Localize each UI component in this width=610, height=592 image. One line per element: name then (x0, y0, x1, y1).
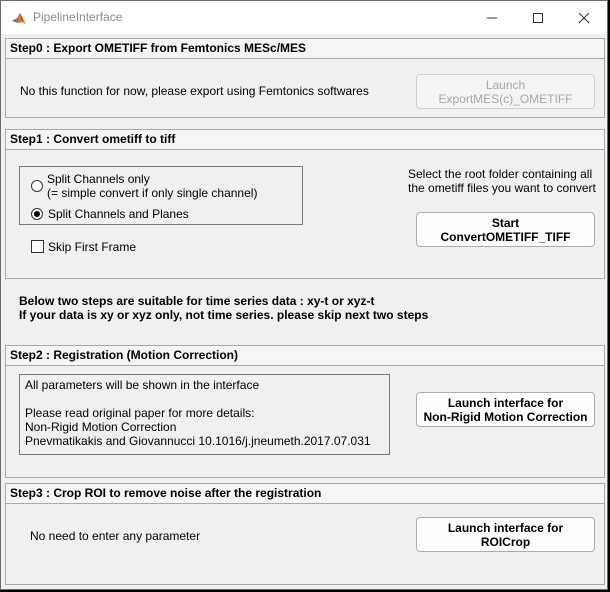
root-folder-instruction-2: the ometiff files you want to convert (408, 181, 596, 195)
step2-panel: Step2 : Registration (Motion Correction)… (5, 345, 605, 478)
launch-export-button[interactable]: Launch ExportMES(c)_OMETIFF (416, 74, 595, 109)
registration-info-2: Please read original paper for more deta… (25, 406, 255, 420)
close-icon (578, 12, 590, 23)
launch-roicrop-button[interactable]: Launch interface for ROICrop (416, 517, 595, 552)
registration-info-3: Non-Rigid Motion Correction (25, 420, 177, 434)
maximize-icon (533, 12, 543, 23)
launch-export-label-1: Launch (485, 77, 526, 92)
split-options-group: Split Channels only (= simple convert if… (19, 166, 303, 225)
step3-panel: Step3 : Crop ROI to remove noise after t… (5, 483, 605, 585)
time-series-note-2: If your data is xy or xyz only, not time… (19, 308, 429, 322)
close-button[interactable] (561, 1, 607, 34)
launch-registration-label-2: Non-Rigid Motion Correction (423, 409, 588, 424)
split-channels-sublabel: (= simple convert if only single channel… (47, 186, 258, 200)
registration-info-1: All parameters will be shown in the inte… (25, 378, 260, 392)
launch-roicrop-label-1: Launch interface for (447, 520, 564, 535)
pipeline-window: PipelineInterface Step0 : Export OMETIFF… (0, 0, 608, 590)
registration-info-4: Pnevmatikakis and Giovannucci 10.1016/j.… (25, 434, 371, 448)
launch-registration-label-1: Launch interface for (447, 395, 564, 410)
split-channels-planes-label: Split Channels and Planes (48, 207, 189, 221)
step0-header: Step0 : Export OMETIFF from Femtonics ME… (6, 39, 604, 59)
step0-message: No this function for now, please export … (20, 84, 369, 98)
start-convert-button[interactable]: Start ConvertOMETIFF_TIFF (416, 212, 595, 247)
step0-panel: Step0 : Export OMETIFF from Femtonics ME… (5, 38, 605, 118)
start-convert-label-1: Start (491, 215, 520, 230)
launch-roicrop-label-2: ROICrop (480, 534, 531, 549)
time-series-note-1: Below two steps are suitable for time se… (19, 294, 375, 308)
step3-message: No need to enter any parameter (30, 529, 201, 543)
launch-export-label-2: ExportMES(c)_OMETIFF (438, 91, 573, 106)
split-channels-radio[interactable] (31, 180, 43, 192)
registration-info-box: All parameters will be shown in the inte… (19, 374, 390, 455)
split-channels-label: Split Channels only (47, 172, 150, 186)
skip-first-frame-label: Skip First Frame (48, 240, 137, 254)
start-convert-label-2: ConvertOMETIFF_TIFF (440, 229, 571, 244)
step1-panel: Step1 : Convert ometiff to tiff Split Ch… (5, 129, 605, 279)
step2-header: Step2 : Registration (Motion Correction) (6, 346, 604, 366)
minimize-icon (487, 17, 497, 18)
minimize-button[interactable] (469, 1, 515, 34)
split-channels-planes-radio[interactable] (31, 208, 43, 220)
window-title: PipelineInterface (33, 10, 123, 24)
title-bar[interactable]: PipelineInterface (1, 1, 607, 34)
launch-registration-button[interactable]: Launch interface for Non-Rigid Motion Co… (416, 392, 595, 427)
root-folder-instruction-1: Select the root folder containing all (408, 167, 593, 181)
maximize-button[interactable] (515, 1, 561, 34)
step1-header: Step1 : Convert ometiff to tiff (6, 130, 604, 150)
step3-header: Step3 : Crop ROI to remove noise after t… (6, 484, 604, 504)
skip-first-frame-checkbox[interactable] (31, 240, 44, 253)
matlab-icon (11, 10, 27, 26)
